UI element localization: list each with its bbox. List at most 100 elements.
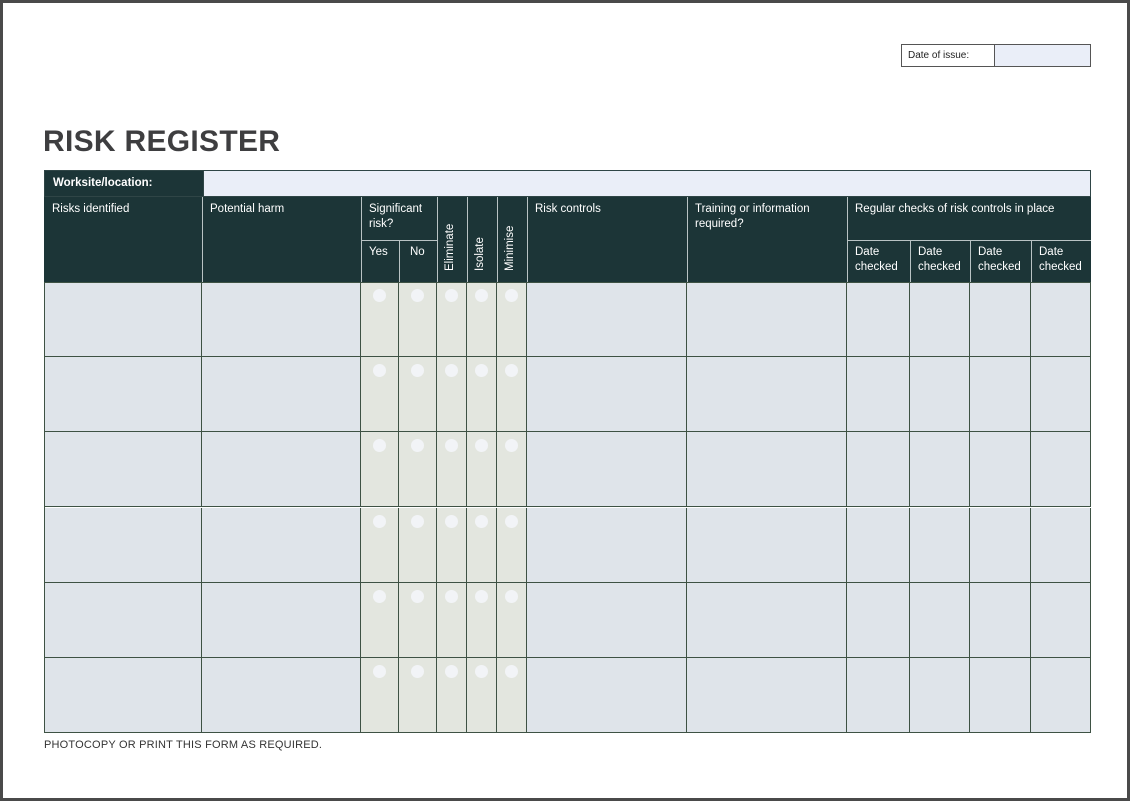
cell-eliminate[interactable]	[437, 357, 467, 433]
cell-date-checked[interactable]	[910, 357, 970, 433]
checkbox-circle-icon[interactable]	[475, 364, 488, 378]
cell-training[interactable]	[687, 507, 847, 583]
cell-risks-identified[interactable]	[44, 582, 202, 658]
cell-date-checked[interactable]	[970, 582, 1031, 658]
cell-minimise[interactable]	[497, 507, 527, 583]
cell-minimise[interactable]	[497, 432, 527, 508]
checkbox-circle-icon[interactable]	[411, 514, 424, 528]
checkbox-circle-icon[interactable]	[475, 289, 488, 302]
cell-date-checked[interactable]	[910, 657, 970, 733]
cell-date-checked[interactable]	[847, 657, 910, 733]
checkbox-circle-icon[interactable]	[475, 514, 488, 528]
cell-eliminate[interactable]	[437, 432, 467, 508]
cell-risk-controls[interactable]	[527, 507, 687, 583]
cell-potential-harm[interactable]	[202, 507, 361, 583]
cell-risks-identified[interactable]	[44, 357, 202, 433]
cell-potential-harm[interactable]	[202, 657, 361, 733]
cell-date-checked[interactable]	[847, 432, 910, 508]
cell-date-checked[interactable]	[970, 432, 1031, 508]
checkbox-circle-icon[interactable]	[475, 664, 488, 678]
checkbox-circle-icon[interactable]	[411, 289, 424, 302]
cell-date-checked[interactable]	[1031, 282, 1091, 358]
worksite-field[interactable]	[203, 171, 1090, 196]
checkbox-circle-icon[interactable]	[445, 514, 458, 528]
cell-training[interactable]	[687, 357, 847, 433]
cell-yes[interactable]	[361, 357, 399, 433]
checkbox-circle-icon[interactable]	[505, 364, 518, 378]
checkbox-circle-icon[interactable]	[411, 364, 424, 378]
checkbox-circle-icon[interactable]	[445, 664, 458, 678]
checkbox-circle-icon[interactable]	[505, 664, 518, 678]
cell-risks-identified[interactable]	[44, 432, 202, 508]
checkbox-circle-icon[interactable]	[505, 289, 518, 302]
cell-yes[interactable]	[361, 432, 399, 508]
cell-date-checked[interactable]	[970, 507, 1031, 583]
cell-training[interactable]	[687, 432, 847, 508]
cell-potential-harm[interactable]	[202, 282, 361, 358]
checkbox-circle-icon[interactable]	[445, 439, 458, 453]
cell-date-checked[interactable]	[910, 582, 970, 658]
checkbox-circle-icon[interactable]	[373, 439, 386, 453]
cell-no[interactable]	[399, 507, 437, 583]
date-of-issue-field[interactable]	[995, 45, 1090, 66]
cell-risk-controls[interactable]	[527, 282, 687, 358]
cell-date-checked[interactable]	[847, 282, 910, 358]
cell-potential-harm[interactable]	[202, 582, 361, 658]
cell-minimise[interactable]	[497, 582, 527, 658]
cell-date-checked[interactable]	[1031, 357, 1091, 433]
checkbox-circle-icon[interactable]	[373, 289, 386, 302]
checkbox-circle-icon[interactable]	[475, 589, 488, 603]
cell-risk-controls[interactable]	[527, 657, 687, 733]
cell-potential-harm[interactable]	[202, 432, 361, 508]
cell-minimise[interactable]	[497, 282, 527, 358]
cell-eliminate[interactable]	[437, 582, 467, 658]
checkbox-circle-icon[interactable]	[445, 589, 458, 603]
cell-no[interactable]	[399, 582, 437, 658]
cell-risks-identified[interactable]	[44, 657, 202, 733]
cell-training[interactable]	[687, 657, 847, 733]
cell-minimise[interactable]	[497, 657, 527, 733]
cell-date-checked[interactable]	[910, 507, 970, 583]
cell-potential-harm[interactable]	[202, 357, 361, 433]
cell-training[interactable]	[687, 282, 847, 358]
cell-risk-controls[interactable]	[527, 432, 687, 508]
cell-minimise[interactable]	[497, 357, 527, 433]
cell-date-checked[interactable]	[970, 357, 1031, 433]
cell-yes[interactable]	[361, 657, 399, 733]
cell-yes[interactable]	[361, 507, 399, 583]
cell-no[interactable]	[399, 432, 437, 508]
checkbox-circle-icon[interactable]	[475, 439, 488, 453]
cell-risks-identified[interactable]	[44, 282, 202, 358]
cell-isolate[interactable]	[467, 432, 497, 508]
cell-date-checked[interactable]	[910, 282, 970, 358]
cell-risk-controls[interactable]	[527, 357, 687, 433]
checkbox-circle-icon[interactable]	[373, 364, 386, 378]
cell-risk-controls[interactable]	[527, 582, 687, 658]
cell-no[interactable]	[399, 657, 437, 733]
checkbox-circle-icon[interactable]	[373, 664, 386, 678]
checkbox-circle-icon[interactable]	[373, 514, 386, 528]
cell-no[interactable]	[399, 282, 437, 358]
cell-isolate[interactable]	[467, 657, 497, 733]
checkbox-circle-icon[interactable]	[411, 439, 424, 453]
cell-yes[interactable]	[361, 582, 399, 658]
checkbox-circle-icon[interactable]	[411, 589, 424, 603]
cell-isolate[interactable]	[467, 357, 497, 433]
cell-isolate[interactable]	[467, 282, 497, 358]
cell-date-checked[interactable]	[1031, 432, 1091, 508]
checkbox-circle-icon[interactable]	[505, 439, 518, 453]
cell-no[interactable]	[399, 357, 437, 433]
cell-risks-identified[interactable]	[44, 507, 202, 583]
checkbox-circle-icon[interactable]	[505, 514, 518, 528]
cell-eliminate[interactable]	[437, 282, 467, 358]
checkbox-circle-icon[interactable]	[373, 589, 386, 603]
cell-eliminate[interactable]	[437, 657, 467, 733]
cell-training[interactable]	[687, 582, 847, 658]
cell-isolate[interactable]	[467, 582, 497, 658]
cell-date-checked[interactable]	[1031, 507, 1091, 583]
cell-date-checked[interactable]	[1031, 657, 1091, 733]
cell-yes[interactable]	[361, 282, 399, 358]
cell-eliminate[interactable]	[437, 507, 467, 583]
cell-date-checked[interactable]	[847, 582, 910, 658]
checkbox-circle-icon[interactable]	[505, 589, 518, 603]
